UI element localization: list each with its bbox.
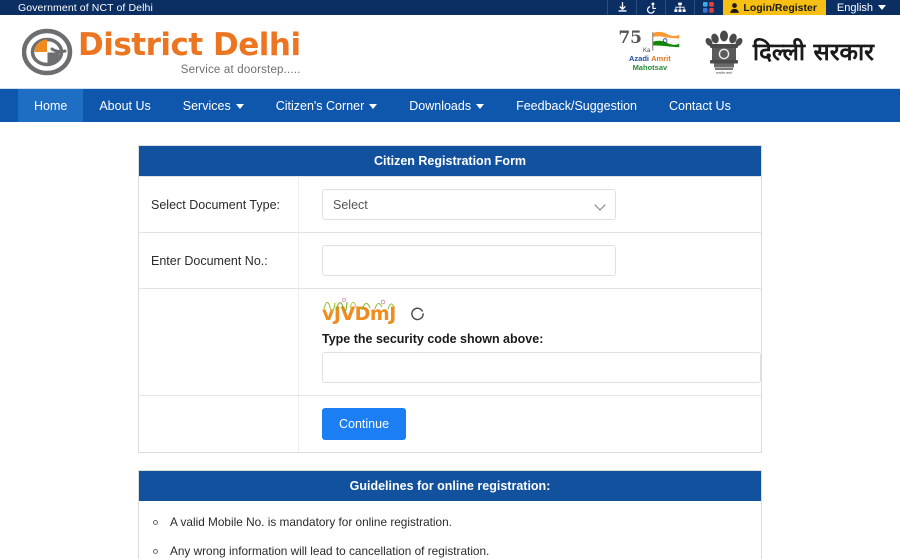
guideline-text: A valid Mobile No. is mandatory for onli… bbox=[170, 515, 452, 529]
citizen-registration-panel: Citizen Registration Form Select Documen… bbox=[138, 145, 762, 453]
nav-item-contact-us[interactable]: Contact Us bbox=[653, 89, 747, 122]
download-icon[interactable] bbox=[607, 0, 636, 15]
user-icon bbox=[730, 2, 740, 13]
guideline-item: A valid Mobile No. is mandatory for onli… bbox=[149, 514, 745, 531]
color-theme-icon[interactable] bbox=[694, 0, 723, 15]
chevron-down-icon bbox=[878, 5, 886, 10]
header-emblems: 75 Ka Azadi Amrit Mahotsav सत्यमेव जयते … bbox=[617, 27, 874, 77]
nav-item-citizen-s-corner[interactable]: Citizen's Corner bbox=[260, 89, 394, 122]
government-name-hindi: दिल्ली सरकार bbox=[752, 37, 874, 66]
guideline-item: Any wrong information will lead to cance… bbox=[149, 543, 745, 559]
guidelines-panel: Guidelines for online registration: A va… bbox=[138, 470, 762, 559]
main-content: Citizen Registration Form Select Documen… bbox=[0, 122, 900, 559]
submit-empty-label bbox=[139, 396, 299, 452]
government-label: Government of NCT of Delhi bbox=[18, 1, 153, 14]
site-logo[interactable]: District Delhi Service at doorstep..... bbox=[21, 26, 301, 77]
form-row-document-no: Enter Document No.: bbox=[139, 232, 761, 288]
bullet-icon bbox=[153, 520, 158, 525]
nav-item-label: Downloads bbox=[409, 98, 472, 113]
language-label: English bbox=[836, 1, 873, 14]
azadi-line3: Mahotsav bbox=[632, 63, 668, 72]
brand-title: District Delhi bbox=[78, 26, 301, 63]
captcha-image: vJVDmJ bbox=[322, 297, 396, 325]
nav-item-feedback-suggestion[interactable]: Feedback/Suggestion bbox=[500, 89, 653, 122]
svg-text:सत्यमेव जयते: सत्यमेव जयते bbox=[716, 71, 732, 75]
form-row-captcha: vJVDmJ Type the security code shown abov… bbox=[139, 288, 761, 395]
chevron-down-icon bbox=[369, 104, 378, 109]
security-code-label: Type the security code shown above: bbox=[322, 332, 544, 346]
continue-button[interactable]: Continue bbox=[322, 408, 407, 440]
chevron-down-icon bbox=[235, 104, 244, 109]
chevron-down-icon bbox=[476, 104, 485, 109]
delhi-government-brand: सत्यमेव जयते दिल्ली सरकार bbox=[705, 27, 874, 77]
language-selector[interactable]: English bbox=[826, 0, 900, 15]
ashoka-emblem-icon: सत्यमेव जयते bbox=[705, 30, 743, 75]
azadi-ka-amrit-mahotsav-logo: 75 Ka Azadi Amrit Mahotsav bbox=[617, 30, 683, 72]
top-utility-actions: Login/Register English bbox=[607, 0, 900, 15]
azadi-number: 75 bbox=[618, 28, 643, 49]
bullet-icon bbox=[153, 549, 158, 555]
nav-item-label: Contact Us bbox=[669, 98, 731, 113]
accessibility-icon[interactable] bbox=[636, 0, 665, 15]
main-navigation: Home About Us Services Citizen's Corner Down… bbox=[0, 89, 900, 122]
brand-tagline: Service at doorstep..... bbox=[180, 63, 301, 76]
top-utility-bar: Government of NCT of Delhi Login/Registe… bbox=[0, 0, 900, 15]
guidelines-title: Guidelines for online registration: bbox=[139, 471, 761, 501]
document-no-input[interactable] bbox=[322, 245, 616, 276]
guideline-text: Any wrong information will lead to cance… bbox=[170, 544, 490, 559]
guidelines-list: A valid Mobile No. is mandatory for onli… bbox=[139, 501, 761, 559]
document-no-label: Enter Document No.: bbox=[139, 233, 299, 288]
login-register-button[interactable]: Login/Register bbox=[723, 0, 826, 15]
indian-flag-icon bbox=[652, 32, 680, 52]
edistrict-logo-icon bbox=[21, 27, 74, 77]
nav-item-services[interactable]: Services bbox=[167, 89, 260, 122]
nav-item-home[interactable]: Home bbox=[18, 89, 84, 122]
login-register-label: Login/Register bbox=[743, 1, 817, 14]
nav-item-label: Services bbox=[182, 98, 231, 113]
nav-item-label: About Us bbox=[99, 98, 151, 113]
captcha-text: vJVDmJ bbox=[322, 302, 396, 325]
document-type-select[interactable]: Select bbox=[322, 189, 616, 220]
sitemap-icon[interactable] bbox=[665, 0, 694, 15]
nav-item-label: Citizen's Corner bbox=[275, 98, 365, 113]
nav-item-label: Home bbox=[34, 98, 68, 113]
form-row-document-type: Select Document Type: Select bbox=[139, 176, 761, 232]
nav-item-downloads[interactable]: Downloads bbox=[393, 89, 500, 122]
panel-title: Citizen Registration Form bbox=[139, 146, 761, 176]
nav-item-about-us[interactable]: About Us bbox=[83, 89, 166, 122]
security-code-input[interactable] bbox=[322, 352, 761, 383]
document-type-label: Select Document Type: bbox=[139, 177, 299, 232]
site-header: District Delhi Service at doorstep..... … bbox=[0, 15, 900, 89]
form-row-submit: Continue bbox=[139, 395, 761, 452]
nav-item-label: Feedback/Suggestion bbox=[516, 98, 637, 113]
refresh-captcha-icon[interactable] bbox=[410, 306, 425, 321]
captcha-empty-label bbox=[139, 289, 299, 395]
